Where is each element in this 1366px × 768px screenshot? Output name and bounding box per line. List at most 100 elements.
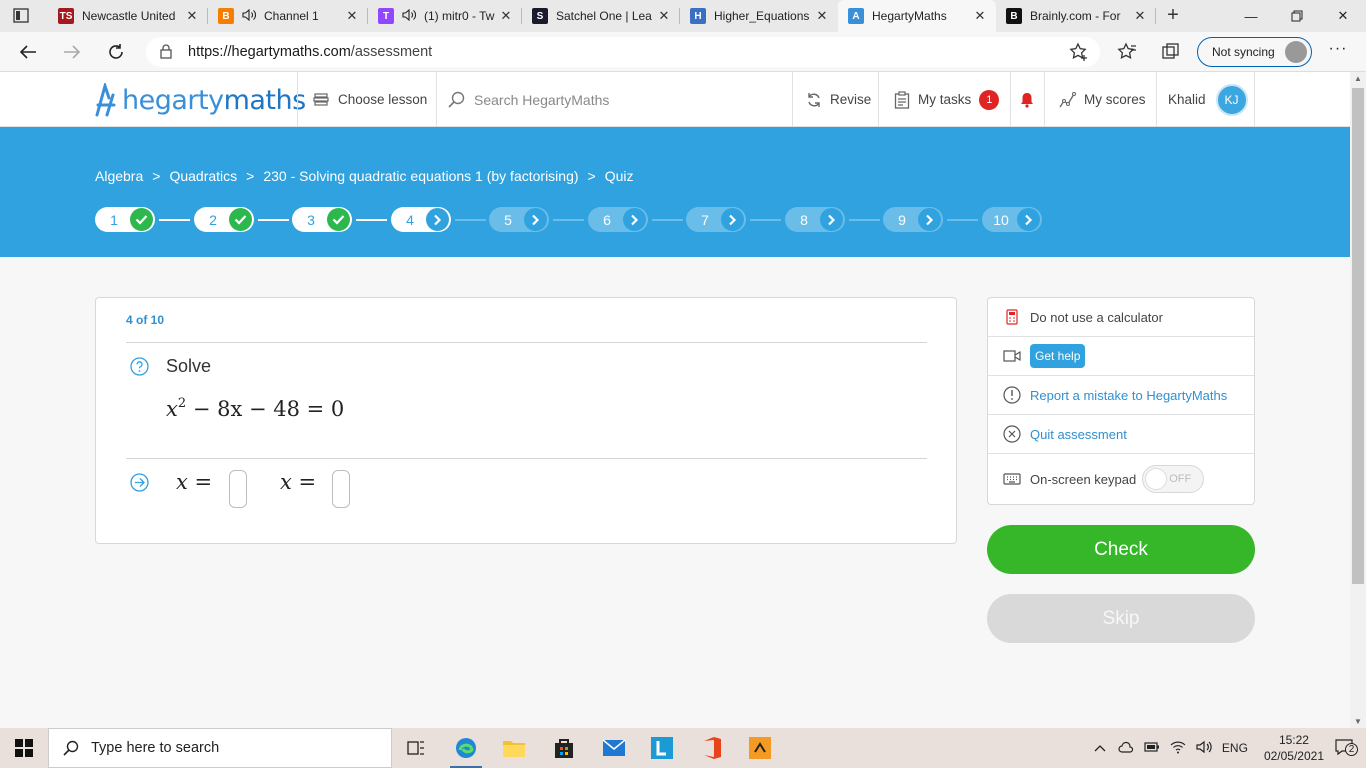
step-connector: [159, 219, 190, 221]
add-favorite-icon[interactable]: [1067, 40, 1091, 64]
answer-input-2[interactable]: [332, 470, 350, 508]
cloud-icon[interactable]: [1118, 741, 1134, 756]
breadcrumb-lesson[interactable]: 230 - Solving quadratic equations 1 (by …: [263, 168, 578, 184]
question-step-7[interactable]: 7: [686, 207, 746, 232]
back-arrow-icon[interactable]: [16, 40, 40, 64]
speaker-icon[interactable]: [402, 8, 416, 24]
maximize-button[interactable]: [1274, 0, 1320, 32]
store-icon[interactable]: [540, 728, 588, 768]
browser-tab[interactable]: T (1) mitr0 - Tw ✕: [368, 0, 522, 32]
close-tab-icon[interactable]: ✕: [344, 8, 360, 24]
file-explorer-icon[interactable]: [490, 728, 538, 768]
my-scores-button[interactable]: My scores: [1058, 72, 1146, 127]
report-mistake-link[interactable]: Report a mistake to HegartyMaths: [1030, 388, 1227, 403]
sync-label: Not syncing: [1212, 45, 1275, 59]
step-connector: [356, 219, 387, 221]
quit-assessment-link[interactable]: Quit assessment: [1030, 427, 1127, 442]
close-tab-icon[interactable]: ✕: [814, 8, 830, 24]
page-scrollbar[interactable]: ▲ ▼: [1350, 72, 1366, 728]
office-icon[interactable]: [688, 728, 736, 768]
revise-button[interactable]: Revise: [806, 72, 871, 127]
user-menu[interactable]: Khalid KJ: [1168, 72, 1248, 127]
windows-start-icon[interactable]: [0, 728, 48, 768]
report-mistake-row: Report a mistake to HegartyMaths: [988, 376, 1254, 415]
clock[interactable]: 15:22 02/05/2021: [1264, 732, 1324, 764]
input-language[interactable]: ENG: [1222, 741, 1248, 755]
browser-tab[interactable]: A HegartyMaths ✕: [838, 0, 996, 32]
refresh-icon: [808, 92, 820, 107]
close-window-button[interactable]: ✕: [1320, 0, 1366, 32]
collections-icon[interactable]: [1159, 40, 1183, 64]
check-button[interactable]: Check: [987, 525, 1255, 574]
question-step-5[interactable]: 5: [489, 207, 549, 232]
quiz-banner: Algebra > Quadratics > 230 - Solving quadr…: [0, 127, 1350, 257]
my-tasks-button[interactable]: My tasks 1: [894, 72, 1000, 127]
app-orange-icon[interactable]: [736, 728, 784, 768]
answer-arrow-icon: [130, 473, 149, 492]
skip-button[interactable]: Skip: [987, 594, 1255, 643]
minimize-button[interactable]: —: [1228, 0, 1274, 32]
question-step-8[interactable]: 8: [785, 207, 845, 232]
notifications-bell-icon[interactable]: [1020, 72, 1042, 127]
browser-tab[interactable]: TS Newcastle United ✕: [48, 0, 208, 32]
search-icon: [63, 740, 79, 756]
favorites-icon[interactable]: [1115, 40, 1139, 64]
close-tab-icon[interactable]: ✕: [972, 8, 988, 24]
browser-tab[interactable]: S Satchel One | Lea ✕: [522, 0, 680, 32]
hegartymaths-logo[interactable]: hegartymaths: [94, 82, 306, 118]
favicon-icon: T: [378, 8, 394, 24]
step-connector: [750, 219, 781, 221]
logo-icon: [95, 83, 116, 117]
taskbar-search-field[interactable]: Type here to search: [48, 728, 392, 768]
checkmark-icon: [327, 208, 350, 231]
mail-icon[interactable]: [590, 728, 638, 768]
edge-browser-icon[interactable]: [442, 728, 490, 768]
tab-actions-menu-icon[interactable]: [12, 7, 32, 25]
question-step-3[interactable]: 3: [292, 207, 352, 232]
chevron-up-icon[interactable]: [1094, 741, 1106, 755]
lock-icon[interactable]: [160, 44, 172, 64]
new-tab-button[interactable]: +: [1162, 4, 1184, 26]
forward-arrow-icon[interactable]: [60, 40, 84, 64]
profile-avatar: [1285, 41, 1307, 63]
app-l-icon[interactable]: [638, 728, 686, 768]
task-view-icon[interactable]: [392, 728, 440, 768]
get-help-button[interactable]: Get help: [1030, 344, 1086, 368]
volume-icon[interactable]: [1196, 740, 1212, 757]
browser-tab[interactable]: B Channel 1 ✕: [208, 0, 368, 32]
answer-input-1[interactable]: [229, 470, 247, 508]
tab-title: Brainly.com - For: [1030, 9, 1121, 23]
refresh-icon[interactable]: [104, 40, 128, 64]
browser-tab[interactable]: H Higher_Equations ✕: [680, 0, 838, 32]
keypad-toggle[interactable]: OFF: [1142, 465, 1205, 493]
close-tab-icon[interactable]: ✕: [1132, 8, 1148, 24]
wifi-icon[interactable]: [1170, 740, 1186, 757]
more-menu-icon[interactable]: ···: [1328, 40, 1348, 64]
chevron-right-icon: [918, 208, 941, 231]
choose-lesson-button[interactable]: Choose lesson: [312, 72, 427, 127]
search-icon: [448, 91, 465, 108]
question-step-9[interactable]: 9: [883, 207, 943, 232]
close-tab-icon[interactable]: ✕: [656, 8, 672, 24]
question-step-6[interactable]: 6: [588, 207, 648, 232]
speaker-icon[interactable]: [242, 8, 256, 24]
close-tab-icon[interactable]: ✕: [498, 8, 514, 24]
chevron-right-icon: [426, 208, 449, 231]
answer-label-2: x =: [280, 470, 317, 494]
notification-center-icon[interactable]: 2: [1334, 738, 1358, 759]
battery-icon[interactable]: [1144, 741, 1160, 755]
url-field[interactable]: https://hegartymaths.com/assessment: [146, 37, 1100, 67]
search-field[interactable]: Search HegartyMaths: [448, 72, 788, 127]
browser-tab-strip: TS Newcastle United ✕ B Channel 1 ✕ T (1) mitr0…: [0, 0, 1366, 32]
video-camera-icon: [1002, 350, 1022, 362]
question-step-4[interactable]: 4: [391, 207, 451, 232]
question-step-2[interactable]: 2: [194, 207, 254, 232]
breadcrumb-quadratics[interactable]: Quadratics: [169, 168, 237, 184]
checkmark-icon: [130, 208, 153, 231]
profile-sync-button[interactable]: Not syncing: [1197, 37, 1312, 67]
browser-tab[interactable]: B Brainly.com - For ✕: [996, 0, 1156, 32]
breadcrumb-algebra[interactable]: Algebra: [95, 168, 143, 184]
close-tab-icon[interactable]: ✕: [184, 8, 200, 24]
question-step-10[interactable]: 10: [982, 207, 1042, 232]
question-step-1[interactable]: 1: [95, 207, 155, 232]
